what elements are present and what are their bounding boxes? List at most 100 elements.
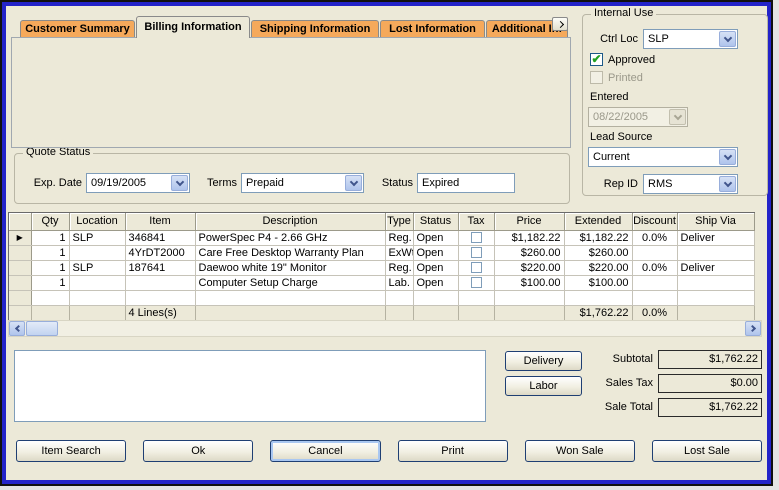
cell-price: $1,182.22 — [494, 230, 564, 245]
subtotal-value: $1,762.22 — [658, 350, 762, 369]
sales-tax-label: Sales Tax — [585, 377, 653, 389]
col-extended: Extended — [564, 213, 632, 230]
scroll-right-button[interactable] — [745, 321, 761, 336]
tab-scroll-button[interactable] — [552, 17, 568, 31]
col-type: Type — [385, 213, 413, 230]
tab-billing-information[interactable]: Billing Information — [136, 16, 250, 38]
line-items-grid: Qty Location Item Description Type Statu… — [8, 212, 755, 322]
sale-total-value: $1,762.22 — [658, 398, 762, 417]
cancel-button[interactable]: Cancel — [270, 440, 380, 462]
tax-checkbox[interactable] — [471, 247, 482, 258]
summary-blank — [195, 305, 385, 320]
dropdown-button[interactable] — [719, 149, 736, 165]
billing-pane — [11, 37, 571, 148]
scrollbar-thumb[interactable] — [26, 321, 58, 336]
table-row[interactable]: ▶ 1 SLP 346841 PowerSpec P4 - 2.66 GHz R… — [9, 230, 754, 245]
internal-use-title: Internal Use — [591, 7, 656, 19]
ctrl-loc-label: Ctrl Loc — [598, 33, 638, 45]
cell-location — [69, 275, 125, 290]
cell-description: PowerSpec P4 - 2.66 GHz — [195, 230, 385, 245]
cell-qty: 1 — [31, 275, 69, 290]
exp-date-value: 09/19/2005 — [87, 174, 170, 192]
dropdown-button[interactable] — [171, 175, 188, 191]
summary-extended-total: $1,762.22 — [564, 305, 632, 320]
grid-summary-row: 4 Lines(s) $1,762.22 0.0% — [9, 305, 754, 320]
cell-tax[interactable] — [458, 245, 494, 260]
cell-status: Open — [413, 260, 458, 275]
cell-tax[interactable] — [458, 230, 494, 245]
cell-discount — [632, 275, 677, 290]
table-row[interactable]: 1 4YrDT2000 Care Free Desktop Warranty P… — [9, 245, 754, 260]
cell-tax[interactable] — [458, 260, 494, 275]
sale-total-label: Sale Total — [585, 401, 653, 413]
selector-header — [9, 213, 31, 230]
tax-checkbox[interactable] — [471, 262, 482, 273]
cell-qty: 1 — [31, 245, 69, 260]
dropdown-button[interactable] — [719, 176, 736, 192]
print-button[interactable]: Print — [398, 440, 508, 462]
notes-field[interactable] — [14, 350, 486, 422]
cell-type: Reg. — [385, 230, 413, 245]
tax-checkbox[interactable] — [471, 277, 482, 288]
exp-date-combo[interactable]: 09/19/2005 — [86, 173, 190, 193]
terms-combo[interactable]: Prepaid — [241, 173, 364, 193]
cell-discount: 0.0% — [632, 230, 677, 245]
entered-date-value: 08/22/2005 — [589, 108, 668, 126]
dropdown-button — [669, 109, 686, 125]
approved-checkbox[interactable]: ✔ — [590, 53, 603, 66]
dropdown-button[interactable] — [345, 175, 362, 191]
grid-horizontal-scrollbar[interactable] — [8, 320, 762, 337]
chevron-right-icon — [556, 20, 563, 27]
row-selector[interactable] — [9, 260, 31, 275]
chevron-down-icon — [175, 177, 183, 185]
lost-sale-button[interactable]: Lost Sale — [652, 440, 762, 462]
row-selector[interactable] — [9, 275, 31, 290]
col-status: Status — [413, 213, 458, 230]
empty-row — [9, 290, 754, 305]
rep-id-combo[interactable]: RMS — [643, 174, 738, 194]
check-icon: ✔ — [591, 54, 601, 65]
cell-type: Reg. — [385, 260, 413, 275]
cell-shipvia: Deliver — [677, 230, 754, 245]
cell-status: Open — [413, 230, 458, 245]
tab-customer-summary[interactable]: Customer Summary — [20, 20, 135, 38]
item-search-button[interactable]: Item Search — [16, 440, 126, 462]
chevron-down-icon — [723, 151, 731, 159]
table-row[interactable]: 1 SLP 187641 Daewoo white 19" Monitor Re… — [9, 260, 754, 275]
cell-type: Lab. — [385, 275, 413, 290]
row-selector[interactable] — [9, 245, 31, 260]
status-field[interactable]: Expired — [417, 173, 515, 193]
summary-blank — [413, 305, 458, 320]
dropdown-button[interactable] — [719, 31, 736, 47]
summary-blank — [385, 305, 413, 320]
delivery-button[interactable]: Delivery — [505, 351, 582, 371]
labor-button[interactable]: Labor — [505, 376, 582, 396]
won-sale-button[interactable]: Won Sale — [525, 440, 635, 462]
tab-lost-information[interactable]: Lost Information — [380, 20, 485, 38]
scroll-left-button[interactable] — [9, 321, 25, 336]
col-qty: Qty — [31, 213, 69, 230]
cell-shipvia — [677, 275, 754, 290]
ok-button[interactable]: Ok — [143, 440, 253, 462]
entered-date-combo: 08/22/2005 — [588, 107, 688, 127]
footer-button-bar: Item Search Ok Cancel Print Won Sale Los… — [16, 440, 762, 462]
summary-line-count: 4 Lines(s) — [125, 305, 195, 320]
tax-checkbox[interactable] — [471, 232, 482, 243]
cell-extended: $260.00 — [564, 245, 632, 260]
cell-type: ExWt — [385, 245, 413, 260]
lead-source-combo[interactable]: Current — [588, 147, 738, 167]
summary-blank — [677, 305, 754, 320]
tab-shipping-information[interactable]: Shipping Information — [251, 20, 379, 38]
table-row[interactable]: 1 Computer Setup Charge Lab. Open $100.0… — [9, 275, 754, 290]
cell-item: 4YrDT2000 — [125, 245, 195, 260]
cell-item: 346841 — [125, 230, 195, 245]
approved-label: Approved — [608, 54, 655, 66]
ctrl-loc-combo[interactable]: SLP — [643, 29, 738, 49]
row-selector[interactable]: ▶ — [9, 230, 31, 245]
cell-tax[interactable] — [458, 275, 494, 290]
chevron-down-icon — [349, 177, 357, 185]
col-description: Description — [195, 213, 385, 230]
grid-header-row: Qty Location Item Description Type Statu… — [9, 213, 754, 230]
printed-label: Printed — [608, 72, 643, 84]
entered-label: Entered — [590, 91, 629, 103]
